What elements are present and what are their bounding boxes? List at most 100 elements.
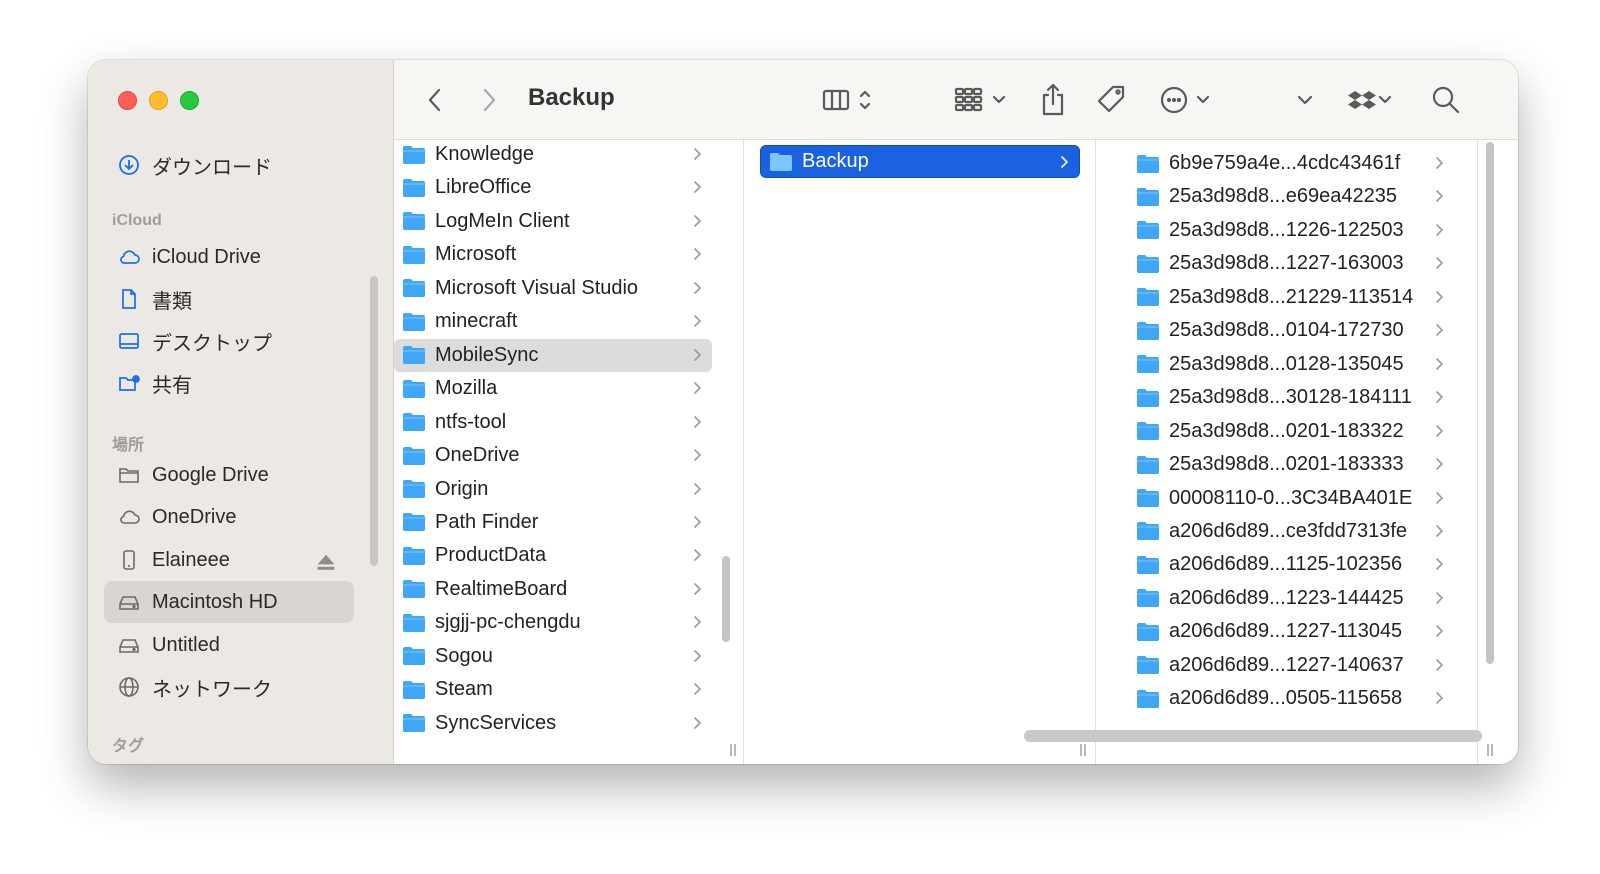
folder-row[interactable]: ProductData bbox=[394, 539, 712, 572]
toolbar-overflow-button[interactable] bbox=[1292, 82, 1318, 118]
column-resize-handle[interactable] bbox=[1077, 744, 1089, 758]
chevron-right-icon bbox=[1436, 357, 1444, 370]
column-resize-handle[interactable] bbox=[727, 744, 739, 758]
folder-name: Mozilla bbox=[435, 377, 498, 400]
search-icon bbox=[1432, 86, 1460, 114]
folder-row[interactable]: a206d6d89...ce3fdd7313fe bbox=[1112, 515, 1454, 548]
close-button[interactable] bbox=[118, 91, 137, 110]
folder-row[interactable]: LogMeIn Client bbox=[394, 205, 712, 238]
share-button[interactable] bbox=[1038, 82, 1068, 118]
folder-row[interactable]: 25a3d98d8...1227-163003 bbox=[1112, 247, 1454, 280]
dropbox-button[interactable] bbox=[1344, 82, 1398, 118]
folder-row[interactable]: 25a3d98d8...1226-122503 bbox=[1112, 214, 1454, 247]
tag-button[interactable] bbox=[1094, 82, 1130, 118]
folder-row[interactable]: Backup bbox=[760, 145, 1080, 178]
folder-row[interactable]: a206d6d89...0505-115658 bbox=[1112, 682, 1454, 715]
cloud-icon bbox=[116, 244, 142, 270]
folder-row[interactable]: Steam bbox=[394, 673, 712, 706]
folder-name: 25a3d98d8...1226-122503 bbox=[1169, 218, 1404, 241]
tag-icon bbox=[1097, 85, 1125, 113]
folder-row[interactable]: 25a3d98d8...0104-172730 bbox=[1112, 314, 1454, 347]
folder-name: RealtimeBoard bbox=[435, 577, 568, 600]
column-3: 6b9e759a4e...4cdc43461f 25a3d98d8...e69ea… bbox=[1096, 140, 1478, 764]
folder-row[interactable]: SyncServices bbox=[394, 707, 712, 740]
folder-row[interactable]: a206d6d89...1223-144425 bbox=[1112, 582, 1454, 615]
chevron-right-icon bbox=[1436, 157, 1444, 169]
zoom-button[interactable] bbox=[180, 91, 199, 110]
folder-icon bbox=[403, 312, 425, 331]
sidebar-item-elaineee[interactable]: Elaineee bbox=[104, 539, 354, 581]
column-resize-handle[interactable] bbox=[1484, 744, 1496, 758]
folder-icon bbox=[403, 513, 425, 532]
group-button[interactable] bbox=[954, 82, 1012, 118]
folder-row[interactable]: RealtimeBoard bbox=[394, 573, 712, 606]
chevron-right-icon bbox=[1436, 424, 1444, 437]
sidebar-item-label: Macintosh HD bbox=[152, 590, 278, 613]
folder-row[interactable]: Path Finder bbox=[394, 506, 712, 539]
sidebar-item-label: 書類 bbox=[152, 290, 192, 313]
sidebar-item-untitled[interactable]: Untitled bbox=[104, 624, 354, 666]
back-button[interactable] bbox=[420, 82, 450, 118]
folder-row[interactable]: Microsoft bbox=[394, 238, 712, 271]
sidebar-item-label: Google Drive bbox=[152, 463, 269, 486]
eject-icon[interactable] bbox=[314, 550, 338, 574]
chevron-right-icon bbox=[694, 583, 702, 595]
folder-row[interactable]: minecraft bbox=[394, 305, 712, 338]
folder-row[interactable]: sjgjj-pc-chengdu bbox=[394, 606, 712, 639]
folder-row[interactable]: LibreOffice bbox=[394, 171, 712, 204]
column-1-scrollbar[interactable] bbox=[722, 556, 730, 642]
folder-row[interactable]: Knowledge bbox=[394, 140, 712, 171]
folder-row[interactable]: Microsoft Visual Studio bbox=[394, 272, 712, 305]
sidebar-item-shared[interactable]: 共有 bbox=[104, 362, 354, 404]
chevron-right-icon bbox=[1436, 525, 1444, 537]
folder-row[interactable]: 25a3d98d8...0201-183333 bbox=[1112, 448, 1454, 481]
chevron-right-icon bbox=[694, 716, 702, 729]
folder-row[interactable]: 25a3d98d8...0128-135045 bbox=[1112, 348, 1454, 381]
folder-row[interactable]: ntfs-tool bbox=[394, 406, 712, 439]
more-actions-button[interactable] bbox=[1160, 82, 1216, 118]
folder-row[interactable]: OneDrive bbox=[394, 439, 712, 472]
folder-icon bbox=[403, 379, 425, 398]
sidebar-item-documents[interactable]: 書類 bbox=[104, 278, 354, 320]
column-1: Knowledge LibreOffice LogMeIn Client Micros… bbox=[394, 140, 744, 764]
chevron-right-icon bbox=[1436, 491, 1444, 504]
folder-icon bbox=[403, 714, 425, 733]
folder-row[interactable]: a206d6d89...1227-140637 bbox=[1112, 649, 1454, 682]
horizontal-scrollbar[interactable] bbox=[1024, 730, 1482, 742]
folder-row[interactable]: Mozilla bbox=[394, 372, 712, 405]
sidebar-item-desktop[interactable]: デスクトップ bbox=[104, 320, 354, 362]
folder-name: Sogou bbox=[435, 644, 493, 667]
sidebar-section-places: 場所 bbox=[112, 437, 145, 454]
column-3-scrollbar[interactable] bbox=[1486, 142, 1494, 664]
folder-row[interactable]: 25a3d98d8...e69ea42235 bbox=[1112, 180, 1454, 213]
folder-row[interactable]: MobileSync bbox=[394, 338, 712, 372]
folder-row[interactable]: 25a3d98d8...0201-183322 bbox=[1112, 415, 1454, 448]
folder-icon bbox=[116, 462, 142, 488]
folder-name: ProductData bbox=[435, 544, 547, 567]
folder-name: a206d6d89...1227-140637 bbox=[1169, 653, 1404, 676]
forward-button[interactable] bbox=[474, 82, 504, 118]
sidebar-item-google-drive[interactable]: Google Drive bbox=[104, 454, 354, 496]
search-button[interactable] bbox=[1430, 82, 1462, 118]
folder-name: 25a3d98d8...0128-135045 bbox=[1169, 352, 1404, 375]
sidebar-item-downloads[interactable]: ダウンロード bbox=[104, 144, 354, 186]
folder-row[interactable]: Sogou bbox=[394, 640, 712, 673]
folder-row[interactable]: a206d6d89...1227-113045 bbox=[1112, 615, 1454, 648]
iphone-icon bbox=[116, 547, 142, 573]
folder-row[interactable]: 6b9e759a4e...4cdc43461f bbox=[1112, 147, 1454, 180]
folder-row[interactable]: Origin bbox=[394, 473, 712, 506]
sidebar-item-onedrive[interactable]: OneDrive bbox=[104, 496, 354, 538]
minimize-button[interactable] bbox=[149, 91, 168, 110]
folder-row[interactable]: 25a3d98d8...30128-184111 bbox=[1112, 381, 1454, 414]
sidebar-item-macintosh-hd[interactable]: Macintosh HD bbox=[104, 581, 354, 623]
sidebar-scrollbar[interactable] bbox=[370, 276, 378, 566]
column-4 bbox=[1478, 140, 1518, 764]
folder-row[interactable]: a206d6d89...1125-102356 bbox=[1112, 548, 1454, 581]
view-mode-button[interactable] bbox=[822, 82, 878, 118]
sidebar-item-network[interactable]: ネットワーク bbox=[104, 666, 354, 708]
folder-icon bbox=[1137, 221, 1159, 240]
folder-icon bbox=[1137, 455, 1159, 474]
folder-row[interactable]: 25a3d98d8...21229-113514 bbox=[1112, 281, 1454, 314]
sidebar-item-icloud-drive[interactable]: iCloud Drive bbox=[104, 236, 354, 278]
folder-row[interactable]: 00008110-0...3C34BA401E bbox=[1112, 482, 1454, 515]
